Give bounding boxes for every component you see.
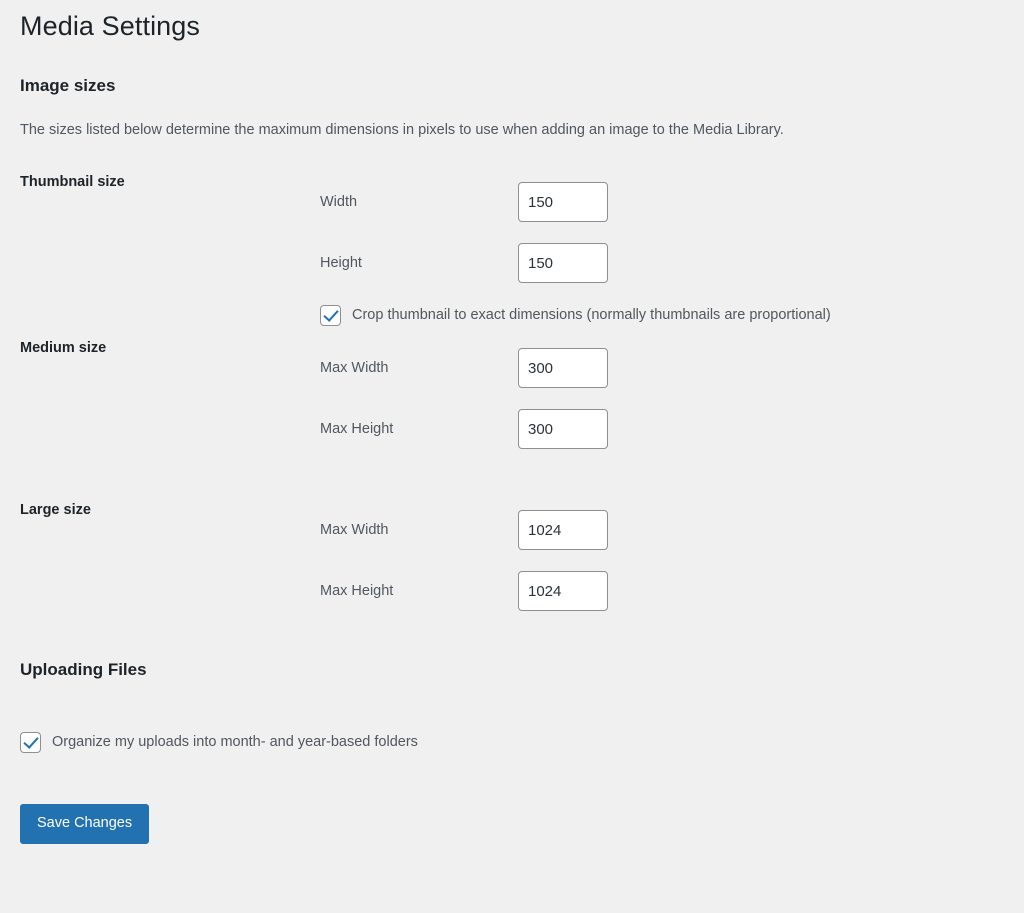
row-fields-medium-size: Max Width Max Height bbox=[320, 338, 1004, 460]
input-large-max-height[interactable] bbox=[518, 571, 608, 612]
field-label-thumbnail-width: Width bbox=[320, 193, 358, 210]
image-sizes-description: The sizes listed below determine the max… bbox=[20, 121, 784, 138]
input-medium-max-width[interactable] bbox=[518, 348, 608, 389]
row-spacer-cell-2 bbox=[320, 460, 1004, 500]
checkbox-crop-thumbnail[interactable] bbox=[320, 305, 341, 327]
field-label-medium-max-height: Max Height bbox=[320, 420, 394, 437]
row-fields-large-size: Max Width Max Height bbox=[320, 500, 1004, 622]
row-label-large-size: Large size bbox=[20, 501, 91, 518]
checkbox-organize-uploads[interactable] bbox=[20, 731, 41, 753]
submit-area: Save Changes bbox=[20, 764, 1004, 844]
input-thumbnail-height[interactable] bbox=[518, 243, 608, 284]
image-sizes-form-table: Thumbnail size Width Height Crop thumbna… bbox=[20, 172, 1004, 622]
field-label-medium-max-width: Max Width bbox=[320, 359, 389, 376]
field-label-thumbnail-height: Height bbox=[320, 254, 362, 271]
section-heading-uploading-files: Uploading Files bbox=[20, 659, 147, 679]
input-medium-max-height[interactable] bbox=[518, 409, 608, 450]
table-row-medium-size: Medium size Max Width Max Height bbox=[20, 338, 1004, 460]
input-thumbnail-width[interactable] bbox=[518, 182, 608, 223]
checkbox-row-crop-thumbnail: Crop thumbnail to exact dimensions (norm… bbox=[320, 294, 1004, 338]
field-label-large-max-width: Max Width bbox=[320, 521, 389, 538]
page-title: Media Settings bbox=[20, 11, 200, 41]
row-label-thumbnail-size: Thumbnail size bbox=[20, 173, 125, 190]
row-spacer bbox=[20, 460, 1004, 500]
field-line-large-max-width: Max Width bbox=[320, 500, 1004, 561]
field-line-medium-max-width: Max Width bbox=[320, 338, 1004, 399]
row-label-medium-size: Medium size bbox=[20, 339, 107, 356]
input-large-max-width[interactable] bbox=[518, 510, 608, 551]
table-row-large-size: Large size Max Width Max Height bbox=[20, 500, 1004, 622]
row-spacer-cell bbox=[20, 460, 320, 500]
uploading-files-options: Organize my uploads into month- and year… bbox=[20, 681, 1004, 764]
row-fields-thumbnail-size: Width Height Crop thumbnail to exact dim… bbox=[320, 172, 1004, 338]
field-line-thumbnail-width: Width bbox=[320, 172, 1004, 233]
checkbox-row-organize-uploads: Organize my uploads into month- and year… bbox=[20, 720, 1004, 764]
field-label-large-max-height: Max Height bbox=[320, 582, 394, 599]
media-settings-page: Media Settings Image sizes The sizes lis… bbox=[0, 0, 1024, 844]
table-row-thumbnail-size: Thumbnail size Width Height Crop thumbna… bbox=[20, 172, 1004, 338]
checkbox-label-crop-thumbnail[interactable]: Crop thumbnail to exact dimensions (norm… bbox=[352, 305, 831, 325]
save-changes-button[interactable]: Save Changes bbox=[20, 804, 150, 844]
checkbox-label-organize-uploads[interactable]: Organize my uploads into month- and year… bbox=[52, 732, 418, 752]
field-line-large-max-height: Max Height bbox=[320, 561, 1004, 622]
field-line-thumbnail-height: Height bbox=[320, 233, 1004, 294]
field-line-medium-max-height: Max Height bbox=[320, 399, 1004, 460]
section-heading-image-sizes: Image sizes bbox=[20, 76, 116, 96]
